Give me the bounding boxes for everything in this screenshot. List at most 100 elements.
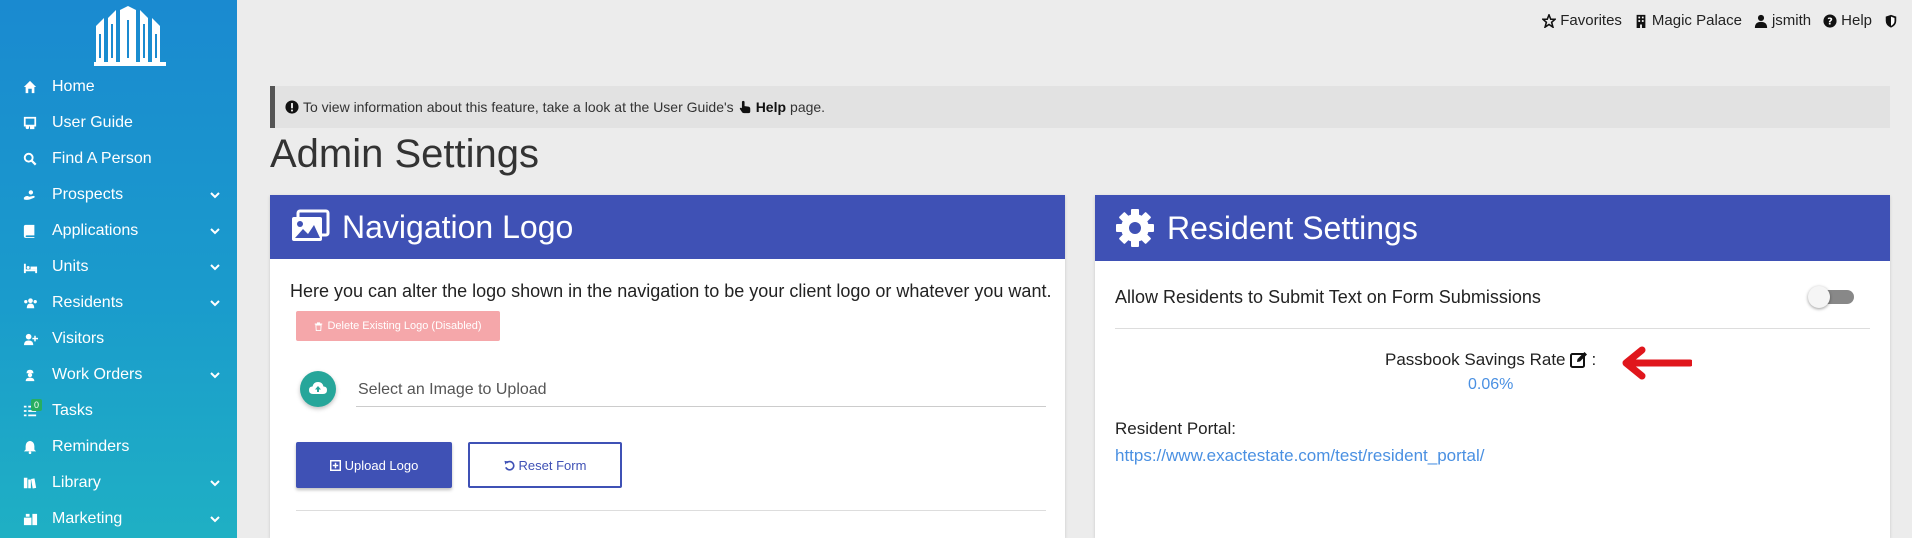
sidebar-item-label: Residents bbox=[52, 294, 124, 311]
sidebar-item-visitors[interactable]: Visitors bbox=[0, 322, 237, 356]
upload-file-button[interactable] bbox=[300, 371, 336, 407]
question-circle-icon: ? bbox=[1823, 13, 1837, 28]
banner-help-link[interactable]: Help bbox=[756, 99, 786, 115]
reset-form-label: Reset Form bbox=[518, 457, 587, 473]
search-icon bbox=[22, 151, 38, 167]
library-icon bbox=[22, 475, 38, 491]
cloud-upload-icon bbox=[309, 382, 327, 394]
worker-icon bbox=[22, 367, 38, 383]
toggle-knob bbox=[1808, 286, 1830, 308]
app-logo[interactable] bbox=[90, 6, 170, 66]
book-icon bbox=[22, 223, 38, 239]
annotation-arrow bbox=[1622, 346, 1692, 380]
sidebar: Home User Guide Find A Person Prospects … bbox=[0, 0, 237, 538]
top-navigation: Favorites Magic Palace jsmith ? Help bbox=[1542, 12, 1898, 29]
divider bbox=[296, 510, 1046, 511]
card-title: Navigation Logo bbox=[342, 208, 574, 245]
star-icon bbox=[1542, 13, 1557, 28]
sidebar-item-residents[interactable]: Residents bbox=[0, 286, 237, 320]
building-icon bbox=[1636, 14, 1646, 28]
user-label: jsmith bbox=[1771, 12, 1812, 29]
resident-settings-card: Resident Settings Allow Residents to Sub… bbox=[1095, 195, 1890, 538]
sidebar-item-prospects[interactable]: Prospects bbox=[0, 178, 237, 212]
allow-text-submission-label: Allow Residents to Submit Text on Form S… bbox=[1115, 287, 1541, 307]
sidebar-item-label: Applications bbox=[52, 222, 139, 239]
passbook-label-text: Passbook Savings Rate bbox=[1385, 350, 1566, 369]
sidebar-item-label: Home bbox=[52, 78, 95, 95]
chevron-down-icon bbox=[210, 372, 220, 379]
sidebar-item-library[interactable]: Library bbox=[0, 466, 237, 500]
gear-icon bbox=[1116, 209, 1154, 247]
home-icon bbox=[22, 79, 38, 95]
chevron-down-icon bbox=[210, 300, 220, 307]
sidebar-item-applications[interactable]: Applications bbox=[0, 214, 237, 248]
sidebar-item-label: User Guide bbox=[52, 114, 133, 131]
sidebar-item-label: Find A Person bbox=[52, 150, 152, 167]
banner-text: To view information about this feature, … bbox=[303, 99, 734, 115]
navigation-logo-card-header: Navigation Logo bbox=[270, 195, 1065, 259]
security-link[interactable] bbox=[1884, 12, 1898, 29]
svg-text:?: ? bbox=[1827, 16, 1833, 27]
prospects-icon bbox=[22, 187, 38, 203]
upload-logo-button[interactable]: Upload Logo bbox=[296, 442, 452, 488]
sidebar-item-label: Units bbox=[52, 258, 89, 275]
sidebar-item-label: Marketing bbox=[52, 510, 123, 527]
sidebar-item-user-guide[interactable]: User Guide bbox=[0, 106, 237, 140]
info-banner: To view information about this feature, … bbox=[270, 86, 1890, 128]
chevron-down-icon bbox=[210, 264, 220, 271]
passbook-savings-rate-label: Passbook Savings Rate : bbox=[1385, 350, 1596, 370]
sidebar-item-label: Work Orders bbox=[52, 366, 143, 383]
edit-icon[interactable] bbox=[1569, 351, 1588, 369]
sidebar-item-label: Prospects bbox=[52, 186, 124, 203]
logo-file-input[interactable]: Select an Image to Upload bbox=[356, 373, 1046, 407]
user-plus-icon bbox=[22, 331, 38, 347]
sidebar-item-find-a-person[interactable]: Find A Person bbox=[0, 142, 237, 176]
trash-icon bbox=[315, 321, 323, 331]
allow-text-submission-toggle[interactable] bbox=[1808, 286, 1854, 308]
favorites-link[interactable]: Favorites bbox=[1542, 12, 1622, 29]
reset-form-button[interactable]: Reset Form bbox=[468, 442, 622, 488]
users-icon bbox=[22, 295, 38, 311]
tasks-count-badge: 0 bbox=[31, 399, 43, 411]
sidebar-item-reminders[interactable]: Reminders bbox=[0, 430, 237, 464]
chevron-down-icon bbox=[210, 192, 220, 199]
bed-icon bbox=[22, 259, 38, 275]
passbook-savings-rate-value[interactable]: 0.06% bbox=[1468, 376, 1513, 394]
passbook-label-colon: : bbox=[1591, 350, 1597, 369]
favorites-label: Favorites bbox=[1560, 12, 1622, 29]
sidebar-item-label: Library bbox=[52, 474, 101, 491]
help-link[interactable]: ? Help bbox=[1823, 12, 1872, 29]
page-title: Admin Settings bbox=[270, 132, 540, 176]
user-guide-icon bbox=[22, 115, 38, 131]
delete-logo-label: Delete Existing Logo (Disabled) bbox=[327, 320, 482, 332]
divider bbox=[1115, 328, 1870, 329]
undo-icon bbox=[504, 460, 515, 471]
navigation-logo-card: Navigation Logo Here you can alter the l… bbox=[270, 195, 1065, 538]
chevron-down-icon bbox=[210, 228, 220, 235]
sidebar-item-work-orders[interactable]: Work Orders bbox=[0, 358, 237, 392]
marketing-icon bbox=[22, 511, 38, 527]
property-label: Magic Palace bbox=[1651, 12, 1742, 29]
shield-icon bbox=[1885, 14, 1897, 28]
plus-square-icon bbox=[329, 459, 341, 471]
help-label: Help bbox=[1841, 12, 1872, 29]
user-menu[interactable]: jsmith bbox=[1754, 12, 1811, 29]
chevron-down-icon bbox=[210, 516, 220, 523]
pointer-hand-icon bbox=[739, 100, 750, 114]
sidebar-item-marketing[interactable]: Marketing bbox=[0, 502, 237, 536]
navigation-logo-description: Here you can alter the logo shown in the… bbox=[290, 281, 1052, 301]
resident-portal-link[interactable]: https://www.exactestate.com/test/residen… bbox=[1115, 446, 1484, 466]
chevron-down-icon bbox=[210, 480, 220, 487]
sidebar-item-home[interactable]: Home bbox=[0, 70, 237, 104]
sidebar-item-tasks[interactable]: 0 Tasks bbox=[0, 394, 237, 428]
sidebar-item-label: Tasks bbox=[52, 402, 93, 419]
sidebar-item-units[interactable]: Units bbox=[0, 250, 237, 284]
banner-text-end: page. bbox=[790, 99, 826, 115]
sidebar-item-label: Visitors bbox=[52, 330, 105, 347]
images-icon bbox=[292, 209, 330, 241]
delete-logo-button: Delete Existing Logo (Disabled) bbox=[296, 311, 500, 341]
sidebar-item-label: Reminders bbox=[52, 438, 130, 455]
property-link[interactable]: Magic Palace bbox=[1634, 12, 1742, 29]
upload-logo-label: Upload Logo bbox=[344, 457, 419, 473]
tasks-icon: 0 bbox=[22, 399, 43, 419]
